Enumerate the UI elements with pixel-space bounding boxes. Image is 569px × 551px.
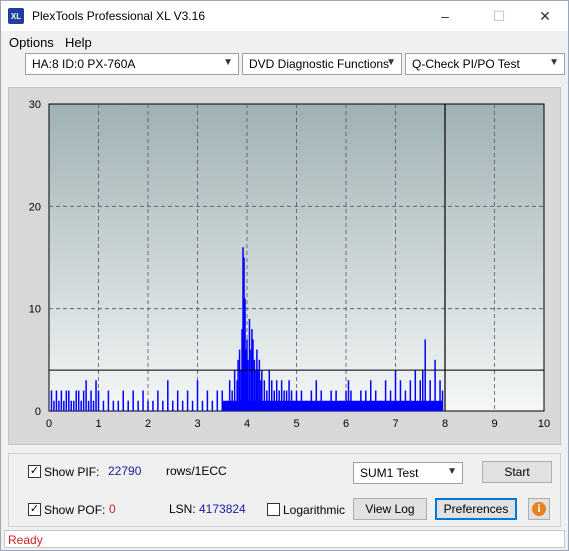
window-title: PlexTools Professional XL V3.16: [32, 9, 205, 23]
x-tick-label: 8: [442, 418, 448, 430]
show-pof-label: Show POF:: [44, 503, 106, 517]
menu-options[interactable]: Options: [9, 35, 54, 50]
logarithmic-label: Logarithmic: [283, 503, 346, 517]
menu-help[interactable]: Help: [65, 35, 92, 50]
app-window: XL PlexTools Professional XL V3.16 – ☐ ✕…: [0, 0, 569, 551]
chevron-down-icon: ▼: [447, 466, 457, 477]
chart-panel: 0 1 2 3 4 5 6 7 8 9 10 0 10 20 30: [8, 87, 561, 445]
chevron-down-icon: ▼: [223, 57, 233, 68]
pif-unit: rows/1ECC: [166, 464, 227, 478]
x-tick-label: 2: [145, 418, 151, 430]
pipo-chart: 0 1 2 3 4 5 6 7 8 9 10 0 10 20 30: [29, 99, 550, 430]
function-select-value: DVD Diagnostic Functions: [249, 57, 390, 71]
function-select[interactable]: DVD Diagnostic Functions ▼: [242, 53, 402, 75]
controls-panel: ✓ Show PIF: 22790 rows/1ECC ✓ Show POF: …: [8, 453, 561, 527]
y-tick-label: 10: [29, 304, 41, 316]
pof-value: 0: [109, 502, 116, 516]
x-tick-label: 4: [244, 418, 250, 430]
x-tick-label: 9: [491, 418, 497, 430]
status-bar: Ready: [4, 530, 565, 548]
app-logo-icon: XL: [8, 8, 24, 24]
menu-bar: Options Help: [1, 32, 568, 52]
info-button[interactable]: i: [528, 498, 550, 520]
minimize-button[interactable]: –: [422, 1, 468, 31]
show-pif-checkbox[interactable]: ✓: [28, 465, 41, 478]
x-tick-label: 7: [392, 418, 398, 430]
status-text: Ready: [8, 533, 43, 547]
title-bar: XL PlexTools Professional XL V3.16 – ☐ ✕: [1, 1, 568, 31]
info-icon: i: [532, 502, 546, 516]
pif-value: 22790: [108, 464, 142, 478]
maximize-button[interactable]: ☐: [476, 1, 522, 31]
mode-select[interactable]: SUM1 Test ▼: [353, 462, 463, 484]
chevron-down-icon: ▼: [386, 57, 396, 68]
lsn-value: 4173824: [199, 502, 246, 516]
drive-select[interactable]: HA:8 ID:0 PX-760A ▼: [25, 53, 239, 75]
y-tick-label: 30: [29, 99, 41, 111]
x-tick-label: 10: [538, 418, 550, 430]
x-tick-label: 1: [95, 418, 101, 430]
pif-baseline-band: [222, 400, 443, 411]
test-select-value: Q-Check PI/PO Test: [412, 57, 520, 71]
drive-select-value: HA:8 ID:0 PX-760A: [32, 57, 136, 71]
x-tick-label: 0: [46, 418, 52, 430]
lsn-label: LSN:: [169, 502, 196, 516]
chevron-down-icon: ▼: [549, 57, 559, 68]
view-log-button[interactable]: View Log: [353, 498, 427, 520]
close-button[interactable]: ✕: [522, 1, 568, 31]
y-tick-label: 0: [35, 406, 41, 418]
logarithmic-checkbox[interactable]: [267, 503, 280, 516]
show-pof-checkbox[interactable]: ✓: [28, 503, 41, 516]
x-tick-label: 3: [194, 418, 200, 430]
preferences-button[interactable]: Preferences: [435, 498, 517, 520]
mode-select-value: SUM1 Test: [360, 466, 419, 480]
toolbar: HA:8 ID:0 PX-760A ▼ DVD Diagnostic Funct…: [1, 53, 568, 79]
x-tick-label: 6: [343, 418, 349, 430]
start-button[interactable]: Start: [482, 461, 552, 483]
y-tick-label: 20: [29, 201, 41, 213]
show-pif-label: Show PIF:: [44, 465, 100, 479]
test-select[interactable]: Q-Check PI/PO Test ▼: [405, 53, 565, 75]
x-tick-label: 5: [293, 418, 299, 430]
